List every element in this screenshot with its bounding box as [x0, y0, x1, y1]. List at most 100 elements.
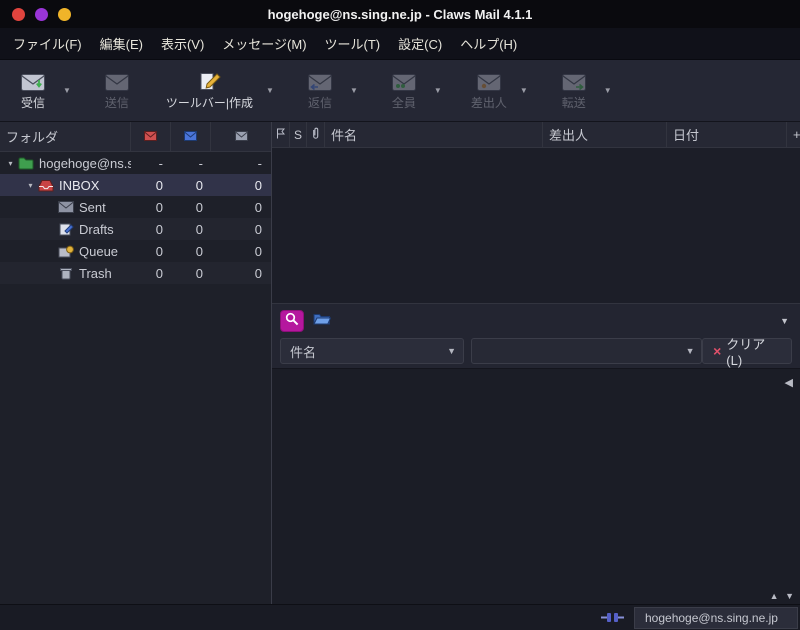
folder-name: Queue	[79, 243, 119, 259]
toolbar-group-receive: 受信 ▼	[8, 68, 76, 114]
account-folder-icon	[18, 157, 34, 170]
reply-all-button[interactable]: 全員	[379, 68, 429, 114]
folder-row-account[interactable]: ▾ hogehoge@ns.sing.ne.jp - - -	[0, 152, 271, 174]
add-column-button[interactable]: +	[787, 122, 800, 147]
subject-column-header[interactable]: 件名	[325, 122, 543, 147]
toolbar-group-compose: ツールバー|作成 ▼	[158, 68, 279, 114]
forward-button[interactable]: 転送	[549, 68, 599, 114]
folder-row-queue[interactable]: Queue 0 0 0	[0, 240, 271, 262]
scroll-up-icon[interactable]: ▲	[766, 591, 779, 601]
search-field-value: 件名	[290, 344, 317, 360]
message-list[interactable]	[272, 148, 800, 304]
compose-dropdown-arrow[interactable]: ▼	[261, 86, 279, 95]
minimize-window-button[interactable]	[35, 7, 48, 21]
collapse-view-arrow[interactable]: ◀	[785, 376, 793, 389]
sent-folder-icon	[58, 201, 74, 213]
statusbar: hogehoge@ns.sing.ne.jp	[0, 604, 800, 630]
folder-tree: ▾ hogehoge@ns.sing.ne.jp - - - ▾	[0, 152, 271, 604]
reply-dropdown-arrow[interactable]: ▼	[345, 86, 363, 95]
folder-total-count: 0	[254, 265, 262, 281]
reply-sender-dropdown-arrow[interactable]: ▼	[515, 86, 533, 95]
folder-name: Trash	[79, 265, 112, 281]
scroll-down-icon[interactable]: ▼	[781, 591, 794, 601]
clear-search-label: クリア(L)	[726, 337, 766, 368]
folder-pane: フォルダ ▾ hogehoge@ns.s - - - ▾ INBOX 0 0 0…	[0, 122, 272, 604]
folder-name: INBOX	[59, 177, 100, 193]
folder-unread-count: -	[198, 155, 203, 171]
menu-help[interactable]: ヘルプ(H)	[451, 28, 526, 59]
close-window-button[interactable]	[12, 7, 25, 21]
receive-button[interactable]: 受信	[8, 68, 58, 114]
toolbar-group-reply-sender: 差出人 ▼	[463, 68, 533, 114]
compose-mail-icon	[197, 71, 222, 91]
menu-tools[interactable]: ツール(T)	[316, 28, 390, 59]
reply-sender-button[interactable]: 差出人	[463, 68, 515, 114]
menu-view[interactable]: 表示(V)	[152, 28, 213, 59]
folder-unread-count: 0	[195, 199, 203, 215]
forward-button-label: 転送	[561, 95, 586, 110]
online-status-icon[interactable]	[601, 612, 625, 623]
folder-column-header[interactable]: フォルダ	[0, 122, 131, 151]
paperclip-icon	[311, 127, 320, 143]
folder-new-count: 0	[155, 265, 163, 281]
search-term-combo[interactable]: ▼	[470, 338, 703, 364]
total-count-column-header[interactable]	[211, 122, 271, 151]
search-field-selector[interactable]: 件名 ▼	[280, 338, 464, 364]
new-count-column-header[interactable]	[131, 122, 171, 151]
send-button[interactable]: 送信	[92, 68, 142, 114]
folder-new-count: 0	[155, 177, 163, 193]
toolbar-group-forward: 転送 ▼	[549, 68, 617, 114]
mark-column-header[interactable]	[272, 122, 290, 147]
quick-search-toggle-button[interactable]	[280, 310, 304, 332]
folder-total-count: -	[257, 155, 262, 171]
attachment-column-header[interactable]	[307, 122, 325, 147]
main-area: フォルダ ▾ hogehoge@ns.s - - - ▾ INBOX 0 0 0…	[0, 122, 800, 604]
window-title: hogehoge@ns.sing.ne.jp - Claws Mail 4.1.…	[267, 6, 533, 22]
folder-row-inbox[interactable]: ▾ INBOX 0 0 0	[0, 174, 271, 196]
trash-folder-icon	[58, 267, 74, 280]
folder-unread-count: 0	[195, 243, 203, 259]
folder-row-sent[interactable]: Sent 0 0 0	[0, 196, 271, 218]
from-column-header[interactable]: 差出人	[543, 122, 667, 147]
status-column-header[interactable]: S	[290, 122, 307, 147]
folder-row-drafts[interactable]: Drafts 0 0 0	[0, 218, 271, 240]
compose-button[interactable]: ツールバー|作成	[158, 68, 261, 114]
menu-configuration[interactable]: 設定(C)	[389, 28, 451, 59]
expander-icon[interactable]: ▾	[24, 181, 37, 190]
toolbar-group-reply-all: 全員 ▼	[379, 68, 447, 114]
unread-count-column-header[interactable]	[171, 122, 211, 151]
receive-dropdown-arrow[interactable]: ▼	[58, 86, 76, 95]
menu-file[interactable]: ファイル(F)	[4, 28, 91, 59]
forward-dropdown-arrow[interactable]: ▼	[599, 86, 617, 95]
folder-unread-count: 0	[195, 221, 203, 237]
folder-new-count: 0	[155, 221, 163, 237]
new-mail-icon	[144, 128, 157, 146]
expander-icon[interactable]: ▾	[4, 159, 17, 168]
chevron-down-icon: ▼	[685, 346, 695, 356]
date-column-header[interactable]: 日付	[667, 122, 787, 147]
reply-all-dropdown-arrow[interactable]: ▼	[429, 86, 447, 95]
folder-name: hogehoge@ns.sing.ne.jp	[39, 155, 131, 171]
reply-sender-button-label: 差出人	[470, 95, 507, 110]
folder-name: Drafts	[79, 221, 114, 237]
message-list-header: S 件名 差出人 日付 +	[272, 122, 800, 148]
unread-mail-icon	[184, 128, 197, 146]
folder-new-count: -	[158, 155, 163, 171]
account-selector[interactable]: hogehoge@ns.sing.ne.jp	[634, 606, 798, 629]
menu-message[interactable]: メッセージ(M)	[213, 28, 315, 59]
menu-edit[interactable]: 編集(E)	[91, 28, 152, 59]
message-view[interactable]: ◀ ▲ ▼	[272, 369, 800, 604]
reply-all-mail-icon	[391, 71, 416, 91]
quick-search-options-arrow[interactable]: ▼	[780, 316, 792, 326]
send-mail-icon	[104, 71, 129, 91]
maximize-window-button[interactable]	[58, 7, 71, 21]
clear-search-button[interactable]: × クリア(L)	[702, 337, 792, 368]
folder-name: Sent	[79, 199, 106, 215]
folder-row-trash[interactable]: Trash 0 0 0	[0, 262, 271, 284]
reply-button[interactable]: 返信	[295, 68, 345, 114]
chevron-down-icon: ▼	[447, 346, 457, 356]
quick-search-toolbar: ▼	[280, 310, 792, 332]
forward-mail-icon	[561, 71, 586, 91]
reply-sender-mail-icon	[476, 71, 501, 91]
search-folder-icon[interactable]	[313, 312, 332, 330]
